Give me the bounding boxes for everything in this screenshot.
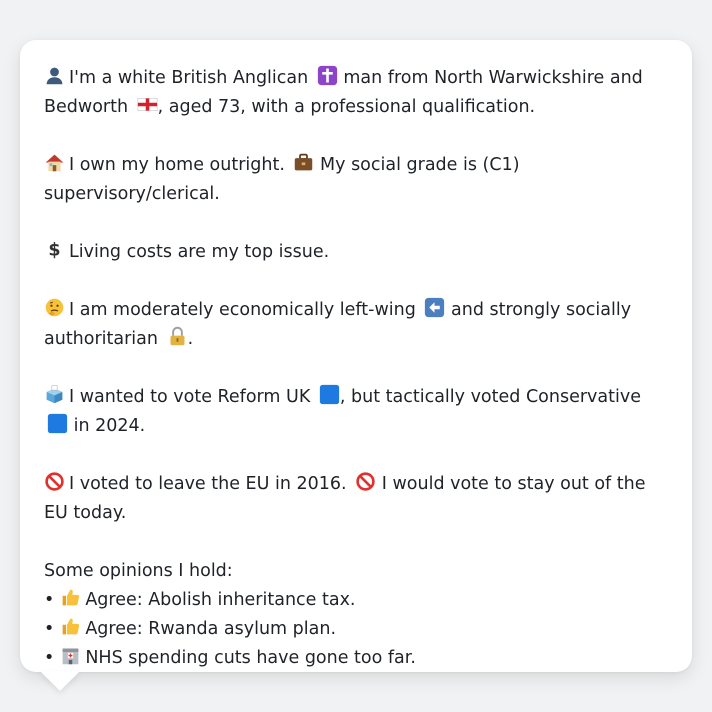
home-paragraph: I own my home outright. My social grade … <box>44 151 668 209</box>
issue-text: Living costs are my top issue. <box>69 242 330 262</box>
eu-text-1: I voted to leave the EU in 2016. <box>69 474 347 494</box>
house-icon <box>44 152 65 173</box>
prohibited-icon <box>355 471 376 492</box>
opinion-text: Agree: Rwanda asylum plan. <box>85 619 337 639</box>
opinions-section: Some opinions I hold: • Agree: Abolish i… <box>44 557 668 673</box>
england-flag-icon <box>137 94 158 115</box>
list-item: • Agree: Abolish inheritance tax. <box>44 586 668 615</box>
message-bubble: I'm a white British Anglican man from No… <box>20 40 692 672</box>
blue-square-icon <box>319 384 340 405</box>
issue-paragraph: $ Living costs are my top issue. <box>44 238 668 267</box>
opinion-text: NHS spending cuts have gone too far. <box>85 648 416 668</box>
bullet: • <box>44 590 55 610</box>
home-text-1: I own my home outright. <box>69 155 285 175</box>
thumbs-up-icon <box>60 587 81 608</box>
vote-text-2: , but tactically voted Conservative <box>339 387 641 407</box>
bubble-tail <box>40 671 80 691</box>
hospital-icon <box>60 645 81 666</box>
vote-text-3: in 2024. <box>73 416 146 436</box>
thinking-face-icon <box>44 297 65 318</box>
opinion-text: Agree: Abolish inheritance tax. <box>85 590 356 610</box>
latin-cross-icon <box>317 65 338 86</box>
identity-text-1: I'm a white British Anglican <box>69 68 309 88</box>
bust-silhouette-icon <box>44 65 65 86</box>
prohibited-icon <box>44 471 65 492</box>
vote-text-1: I wanted to vote Reform UK <box>69 387 311 407</box>
identity-paragraph: I'm a white British Anglican man from No… <box>44 64 668 122</box>
ideology-text-3: . <box>187 329 194 349</box>
opinions-heading: Some opinions I hold: <box>44 561 233 581</box>
ideology-paragraph: I am moderately economically left-wing a… <box>44 296 668 354</box>
vote-paragraph: I wanted to vote Reform UK , but tactica… <box>44 383 668 441</box>
blue-square-icon <box>47 413 68 434</box>
bullet: • <box>44 648 55 668</box>
dollar-sign-icon: $ <box>44 239 65 260</box>
locked-padlock-icon <box>167 326 188 347</box>
eu-paragraph: I voted to leave the EU in 2016. I would… <box>44 470 668 528</box>
svg-text:$: $ <box>48 241 60 260</box>
identity-text-3: , aged 73, with a professional qualifica… <box>157 97 536 117</box>
list-item: • NHS spending cuts have gone too far. <box>44 644 668 673</box>
briefcase-icon <box>293 152 314 173</box>
opinions-list: • Agree: Abolish inheritance tax. • Agre… <box>44 586 668 673</box>
ideology-text-1: I am moderately economically left-wing <box>69 300 416 320</box>
bullet: • <box>44 619 55 639</box>
left-arrow-icon <box>424 297 445 318</box>
ballot-box-icon <box>44 384 65 405</box>
list-item: • Agree: Rwanda asylum plan. <box>44 615 668 644</box>
thumbs-up-icon <box>60 616 81 637</box>
chat-stage: I'm a white British Anglican man from No… <box>0 0 712 712</box>
